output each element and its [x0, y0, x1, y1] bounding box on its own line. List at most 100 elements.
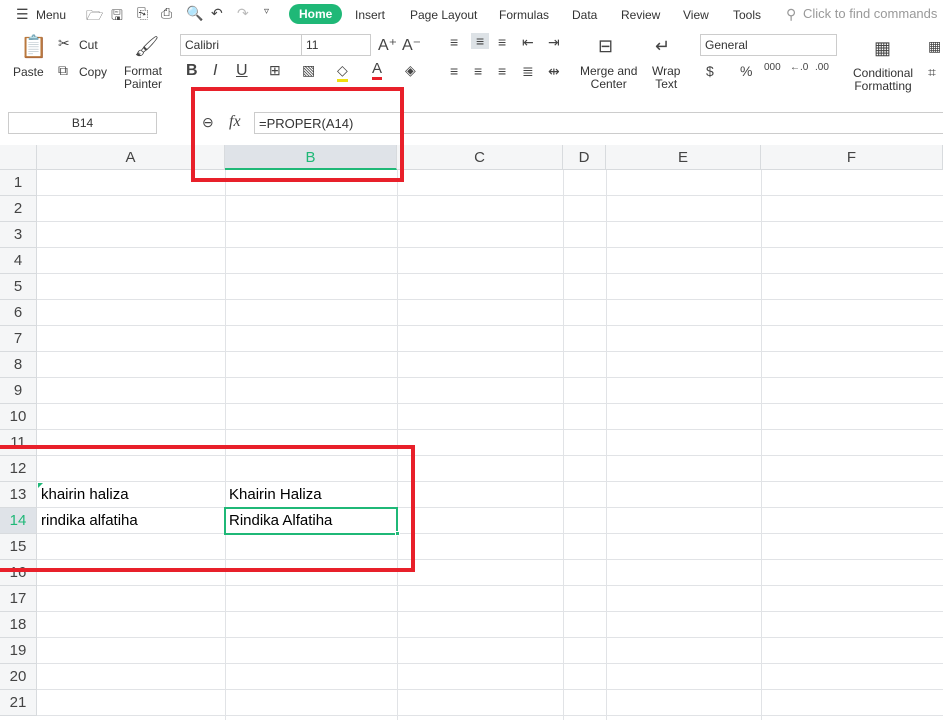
open-icon[interactable]: 🗁: [86, 5, 103, 29]
gridline: [37, 273, 943, 274]
merge-center-button[interactable]: Merge and Center: [580, 65, 637, 91]
cond-label-1: Conditional: [853, 66, 914, 80]
currency-icon[interactable]: $: [706, 63, 714, 79]
customize-dropdown-icon[interactable]: ▿: [264, 6, 269, 17]
tab-home[interactable]: Home: [289, 4, 343, 24]
scissors-icon[interactable]: ✂: [58, 35, 70, 52]
wrap-text-icon[interactable]: ↵: [655, 36, 670, 57]
column-header-f[interactable]: F: [761, 145, 943, 170]
eraser-icon[interactable]: ◈: [405, 62, 416, 79]
increase-decimal-icon[interactable]: ←.0: [790, 62, 808, 73]
save-icon[interactable]: 🖫: [111, 5, 123, 29]
row-header-6[interactable]: 6: [0, 300, 37, 326]
row-header-19[interactable]: 19: [0, 638, 37, 664]
gridline: [37, 611, 943, 612]
paste-button[interactable]: Paste: [13, 66, 44, 79]
tab-formulas[interactable]: Formulas: [499, 8, 549, 22]
row-header-7[interactable]: 7: [0, 326, 37, 352]
font-name-select[interactable]: Calibri: [180, 34, 302, 56]
row-header-20[interactable]: 20: [0, 664, 37, 690]
decrease-indent-icon[interactable]: ⇤: [522, 34, 534, 51]
conditional-formatting-button[interactable]: Conditional Formatting: [853, 67, 913, 93]
column-header-c[interactable]: C: [397, 145, 563, 170]
row-header-2[interactable]: 2: [0, 196, 37, 222]
format-painter-label-1: Format: [124, 64, 163, 78]
italic-icon[interactable]: I: [213, 62, 217, 80]
align-top-icon[interactable]: ≡: [450, 34, 458, 50]
tab-view[interactable]: View: [683, 8, 709, 22]
export-pdf-icon[interactable]: ⎘: [137, 5, 148, 22]
gridline: [37, 637, 943, 638]
copy-icon[interactable]: ⧉: [58, 62, 68, 79]
thousands-separator-icon[interactable]: 000: [764, 62, 781, 73]
row-header-17[interactable]: 17: [0, 586, 37, 612]
undo-icon[interactable]: ↶: [211, 5, 223, 22]
merge-label-1: Merge and: [580, 64, 638, 78]
bold-icon[interactable]: B: [186, 62, 198, 80]
row-header-9[interactable]: 9: [0, 378, 37, 404]
distributed-icon[interactable]: ⇹: [548, 63, 560, 80]
menu-button[interactable]: Menu: [36, 8, 66, 22]
conditional-formatting-icon[interactable]: ▦: [874, 38, 891, 59]
align-right-icon[interactable]: ≡: [498, 63, 506, 79]
tab-data[interactable]: Data: [572, 8, 597, 22]
borders-icon[interactable]: ⊞: [269, 62, 281, 79]
gridline: [37, 195, 943, 196]
tab-insert[interactable]: Insert: [355, 8, 385, 22]
gridline: [37, 377, 943, 378]
brush-icon[interactable]: 🖌: [134, 34, 159, 59]
fill-color-icon[interactable]: ◇: [337, 62, 348, 82]
gridline: [37, 299, 943, 300]
row-header-1[interactable]: 1: [0, 170, 37, 196]
select-all-corner[interactable]: [0, 145, 37, 170]
percent-icon[interactable]: %: [740, 63, 752, 79]
menu-bar: ☰ Menu 🗁 🖫 ⎘ ⎙ 🔍 ↶ ↷ ▿ Home Insert Page …: [0, 0, 943, 30]
column-header-d[interactable]: D: [563, 145, 606, 170]
underline-icon[interactable]: U: [236, 62, 248, 80]
tab-review[interactable]: Review: [621, 8, 660, 22]
print-icon[interactable]: ⎙: [161, 5, 172, 22]
row-header-18[interactable]: 18: [0, 612, 37, 638]
row-header-4[interactable]: 4: [0, 248, 37, 274]
print-preview-icon[interactable]: 🔍: [186, 5, 203, 22]
gridline: [37, 689, 943, 690]
decrease-decimal-icon[interactable]: .00: [815, 62, 829, 73]
row-header-8[interactable]: 8: [0, 352, 37, 378]
redo-icon[interactable]: ↷: [237, 5, 249, 22]
cell-style-icon[interactable]: ▧: [302, 62, 315, 79]
row-header-5[interactable]: 5: [0, 274, 37, 300]
font-color-icon[interactable]: A: [372, 60, 383, 80]
column-header-e[interactable]: E: [606, 145, 761, 170]
row-header-10[interactable]: 10: [0, 404, 37, 430]
tab-page-layout[interactable]: Page Layout: [410, 8, 477, 22]
copy-button[interactable]: Copy: [79, 66, 107, 79]
cell-style-2-icon[interactable]: ⌗: [928, 64, 936, 81]
decrease-font-icon[interactable]: A⁻: [402, 35, 421, 55]
gridline: [37, 403, 943, 404]
gridline: [37, 663, 943, 664]
cut-button[interactable]: Cut: [79, 39, 98, 52]
format-painter-button[interactable]: Format Painter: [124, 65, 162, 91]
row-header-3[interactable]: 3: [0, 222, 37, 248]
justify-icon[interactable]: ≣: [522, 63, 534, 80]
merge-center-icon[interactable]: ⊟: [598, 36, 613, 57]
font-size-select[interactable]: 11: [301, 34, 371, 56]
align-left-icon[interactable]: ≡: [450, 63, 458, 79]
tab-tools[interactable]: Tools: [733, 8, 761, 22]
row-header-21[interactable]: 21: [0, 690, 37, 716]
increase-indent-icon[interactable]: ⇥: [548, 34, 560, 51]
format-table-icon[interactable]: ▦: [928, 38, 941, 55]
increase-font-icon[interactable]: A⁺: [378, 35, 397, 55]
paste-icon[interactable]: 📋: [20, 34, 47, 60]
align-center-icon[interactable]: ≡: [474, 63, 482, 79]
command-search[interactable]: Click to find commands: [803, 6, 937, 21]
number-format-select[interactable]: General: [700, 34, 837, 56]
name-box[interactable]: B14: [8, 112, 157, 134]
align-middle-icon[interactable]: ≡: [471, 33, 490, 49]
wrap-text-button[interactable]: Wrap Text: [652, 65, 680, 91]
hamburger-icon[interactable]: ☰: [16, 6, 29, 23]
gridline: [37, 221, 943, 222]
align-bottom-icon[interactable]: ≡: [498, 34, 506, 50]
wrap-label-2: Text: [655, 77, 678, 91]
gridline: [37, 585, 943, 586]
